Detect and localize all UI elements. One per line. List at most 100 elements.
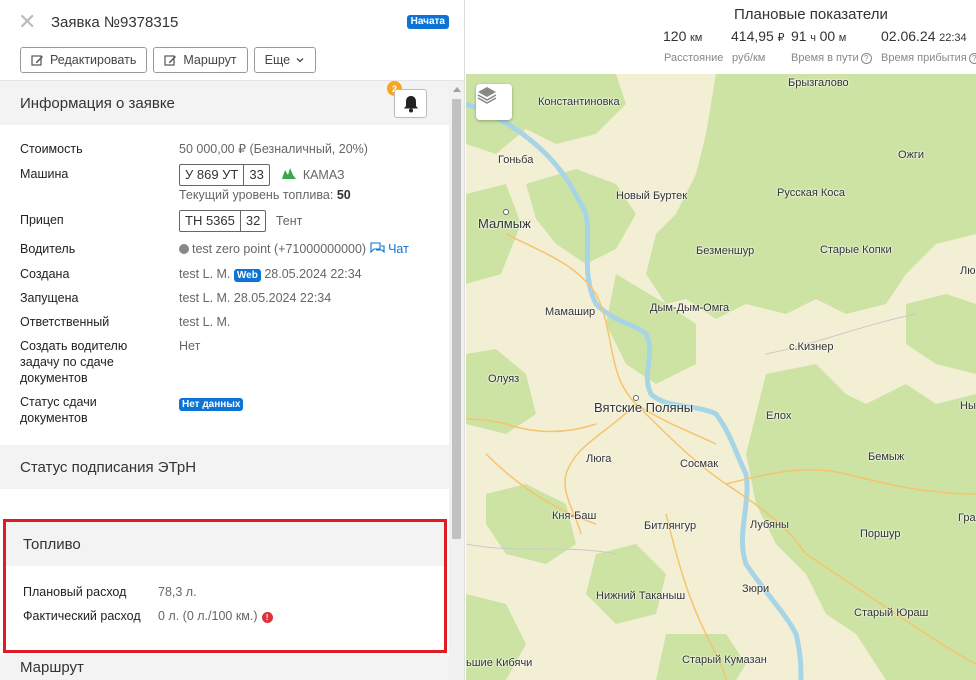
status-badge: Начата [406, 15, 449, 29]
docs-status-value: Нет данных [179, 395, 244, 413]
chat-icon [370, 242, 385, 254]
etrn-section-title[interactable]: Статус подписания ЭТрН [0, 445, 449, 489]
notifications-button[interactable] [394, 89, 427, 118]
scroll-thumb[interactable] [452, 99, 461, 539]
actual-fuel-value: 0 л. (0 л./100 км.)! [158, 609, 273, 623]
vehicle-plate-region: 33 [243, 165, 268, 185]
order-header: ✕ Заявка №9378315 Начата Редактировать М… [0, 0, 464, 81]
rate-unit: ₽ [777, 32, 785, 44]
more-button-label: Еще [264, 53, 291, 67]
map-town: Мамашир [545, 306, 596, 318]
distance-metric: 120 км Расстояние [663, 28, 723, 64]
travel-hours: 91 [791, 28, 807, 44]
trailer-plate-number: ТН 5365 [185, 213, 235, 228]
docs-task-label: Создать водителю задачу по сдаче докумен… [20, 339, 128, 385]
map-town: Олуяз [488, 373, 520, 385]
plan-title: Плановые показатели [734, 6, 888, 23]
driver-status-dot [179, 244, 189, 254]
vehicle-plate: У 869 УТ 33 [179, 164, 270, 186]
map[interactable]: Брызгалово Константиновка Гоньба Ожги Но… [466, 74, 976, 680]
trailer-plate: ТН 5365 32 [179, 210, 267, 232]
driver-name: test zero point (+71000000000) [192, 242, 367, 256]
order-title: Заявка №9378315 [51, 14, 179, 31]
rate-caption: руб/км [732, 52, 766, 64]
vehicle-plate-number: У 869 УТ [185, 167, 239, 182]
map-layers-button[interactable] [476, 84, 512, 120]
travel-caption-text: Время в пути [791, 52, 859, 64]
map-town: Малмыж [478, 216, 531, 231]
docs-status-label: Статус сдачи документов [20, 395, 97, 425]
map-terrain [466, 74, 976, 680]
rate-value: 414,95 [731, 28, 774, 44]
chat-link-label: Чат [388, 242, 409, 256]
map-town: Поршур [860, 528, 901, 540]
vehicle-brand: КАМАЗ [302, 168, 345, 182]
travel-metric: 91 ч 00 м Время в пути? [791, 28, 872, 64]
fuel-level-value: 50 [336, 188, 351, 202]
route-button[interactable]: Маршрут [153, 47, 248, 73]
actual-fuel-label: Фактический расход [23, 609, 141, 623]
arrival-caption-text: Время прибытия [881, 52, 967, 64]
map-panel: Плановые показатели 120 км Расстояние 41… [466, 0, 976, 680]
left-scrollbar[interactable] [449, 81, 464, 680]
map-town: Лубяны [750, 519, 789, 531]
fuel-level-label: Текущий уровень топлива: [179, 188, 334, 202]
arrival-date: 02.06.24 [881, 28, 936, 44]
map-town: Битлянгур [644, 520, 697, 532]
map-town: Кня-Баш [552, 510, 597, 522]
more-button[interactable]: Еще [253, 47, 317, 73]
planned-fuel-label: Плановый расход [23, 585, 127, 599]
planned-fuel-value: 78,3 л. [158, 585, 197, 599]
fuel-level: Текущий уровень топлива: 50 [179, 187, 351, 203]
help-icon[interactable]: ? [860, 53, 872, 64]
map-town: Лю [960, 265, 976, 277]
chevron-down-icon [296, 58, 304, 63]
map-town: Сосмак [680, 458, 719, 470]
trailer-value: ТН 5365 32 Тент [179, 210, 302, 232]
docs-status-badge: Нет данных [179, 398, 244, 411]
edit-button[interactable]: Редактировать [20, 47, 148, 73]
arrival-caption: Время прибытия? [881, 52, 976, 64]
info-section-label: Информация о заявке [20, 94, 175, 112]
created-user: test L. M. [179, 267, 231, 281]
vehicle-brand-icon [282, 168, 297, 179]
etrn-section-label: Статус подписания ЭТрН [20, 458, 197, 476]
map-town: Старый Кумазан [682, 654, 767, 666]
map-town: Гоньба [498, 154, 534, 166]
map-town: Люга [586, 453, 612, 465]
edit-icon [31, 54, 43, 66]
fuel-section: Топливо Плановый расход 78,3 л. Фактичес… [3, 519, 447, 653]
route-button-label: Маршрут [183, 53, 237, 67]
trailer-type: Тент [275, 214, 303, 228]
route-section-title[interactable]: Маршрут [0, 655, 449, 680]
map-town: Бемыж [868, 451, 905, 463]
trailer-label: Прицеп [20, 213, 64, 227]
started-value: test L. M. 28.05.2024 22:34 [179, 291, 332, 305]
actual-fuel-text: 0 л. (0 л./100 км.) [158, 609, 258, 623]
travel-minutes: 00 [819, 28, 836, 44]
route-section-label: Маршрут [20, 659, 84, 676]
help-icon[interactable]: ? [968, 53, 976, 64]
created-date: 28.05.2024 22:34 [264, 267, 362, 281]
cost-value: 50 000,00 ₽ (Безналичный, 20%) [179, 142, 368, 156]
driver-label: Водитель [20, 242, 76, 256]
fuel-section-title: Топливо [6, 522, 444, 566]
map-town: Константиновка [538, 96, 620, 108]
distance-value: 120 [663, 28, 687, 44]
warning-icon[interactable]: ! [261, 612, 273, 623]
vehicle-value: У 869 УТ 33 КАМАЗ [179, 164, 345, 186]
edit-icon [164, 54, 177, 66]
map-town: Елох [766, 410, 792, 422]
responsible-label: Ответственный [20, 315, 110, 329]
map-town: Русская Коса [777, 187, 846, 199]
map-town: Вятские Поляны [594, 400, 694, 415]
close-icon[interactable]: ✕ [18, 11, 36, 33]
map-town: ьшие Кибячи [466, 657, 533, 669]
edit-button-label: Редактировать [50, 53, 137, 67]
scroll-up-icon[interactable] [453, 87, 461, 92]
bell-icon [403, 95, 418, 112]
fuel-section-label: Топливо [23, 535, 81, 553]
map-town: Новый Буртек [616, 190, 688, 202]
chat-link[interactable]: Чат [370, 242, 409, 256]
rate-metric: 414,95 ₽ руб/км [731, 28, 785, 64]
